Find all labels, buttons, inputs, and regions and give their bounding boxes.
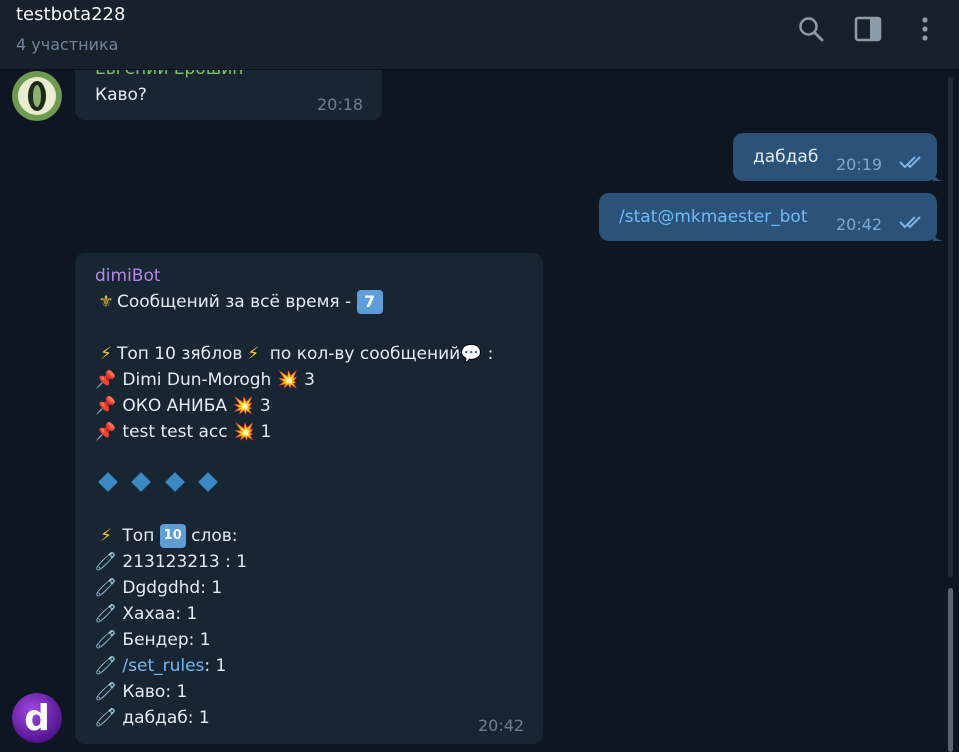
pushpin-icon: 📌 xyxy=(95,396,117,416)
avatar-dimibot[interactable]: d xyxy=(12,693,62,743)
bubble-tail xyxy=(933,171,945,181)
fleur-de-lis-icon: ⚜ xyxy=(98,292,114,312)
word-row: 🧷 /set_rules: 1 xyxy=(95,653,493,679)
chat-header[interactable]: testbota228 4 участника xyxy=(0,0,959,70)
safety-pin-icon: 🧷 xyxy=(95,578,117,598)
collision-icon: 💥 xyxy=(233,422,255,442)
word-row: 🧷 Каво: 1 xyxy=(95,679,493,705)
message-bubble-m2[interactable]: дабдаб 20:19 xyxy=(733,133,937,181)
pushpin-icon: 📌 xyxy=(95,370,117,390)
keycap-seven-icon: 7 xyxy=(356,290,383,314)
user-row: 📌 ОКО АНИБА 💥 3 xyxy=(95,393,493,419)
word-row: 🧷 Dgdgdhd: 1 xyxy=(95,575,493,601)
sender-name[interactable]: Евгений Ерошин xyxy=(95,70,243,82)
collision-icon: 💥 xyxy=(277,370,299,390)
message-bubble-m1[interactable]: Евгений Ерошин Каво? 20:18 xyxy=(75,70,382,120)
message-text: Каво? xyxy=(95,85,147,105)
message-text: дабдаб xyxy=(753,147,819,167)
speech-bubble-icon: 💬 xyxy=(460,344,482,364)
top-words-heading: ⚡ Топ 10 слов: xyxy=(95,523,493,549)
user-row: 📌 Dimi Dun-Morogh 💥 3 xyxy=(95,367,493,393)
word-row: 🧷 дабдаб: 1 xyxy=(95,705,493,731)
word-row: 🧷 Бендер: 1 xyxy=(95,627,493,653)
collision-icon: 💥 xyxy=(232,396,255,416)
divider-diamonds xyxy=(95,471,493,497)
keycap-ten-icon: 10 xyxy=(159,524,186,548)
message-time: 20:19 xyxy=(836,155,883,174)
chat-title[interactable]: testbota228 xyxy=(16,4,125,25)
message-bubble-m3[interactable]: /stat@mkmaester_bot 20:42 xyxy=(599,193,937,241)
search-icon[interactable] xyxy=(796,14,826,44)
safety-pin-icon: 🧷 xyxy=(95,552,117,572)
double-check-icon xyxy=(899,216,921,229)
bubble-tail xyxy=(933,231,945,241)
avatar-evgeniy[interactable] xyxy=(12,71,62,121)
word-row: 🧷 213123213 : 1 xyxy=(95,549,493,575)
safety-pin-icon: 🧷 xyxy=(95,604,117,624)
svg-text:d: d xyxy=(24,698,50,739)
bot-command-link[interactable]: /stat@mkmaester_bot xyxy=(619,204,808,230)
lightning-icon: ⚡ xyxy=(100,526,112,546)
scrollbar-track[interactable] xyxy=(948,77,953,577)
total-messages-line: ⚜ Сообщений за всё время - 7 xyxy=(95,289,493,315)
message-time: 20:42 xyxy=(836,215,883,234)
top-users-heading: ⚡ Топ 10 зяблов ⚡ по кол-ву сообщений💬 : xyxy=(95,341,493,367)
blue-diamond-icon xyxy=(131,472,152,492)
blue-diamond-icon xyxy=(198,472,219,492)
member-count: 4 участника xyxy=(16,35,119,54)
safety-pin-icon: 🧷 xyxy=(95,682,117,702)
more-menu-icon[interactable] xyxy=(910,14,940,44)
word-row: 🧷 Хахаа: 1 xyxy=(95,601,493,627)
message-bubble-bot[interactable]: dimiBot ⚜ Сообщений за всё время - 7 ⚡ Топ… xyxy=(75,253,543,744)
message-time: 20:18 xyxy=(317,95,364,114)
safety-pin-icon: 🧷 xyxy=(95,656,117,676)
safety-pin-icon: 🧷 xyxy=(95,708,117,728)
set-rules-command-link[interactable]: /set_rules xyxy=(122,656,204,676)
lightning-icon: ⚡ xyxy=(100,344,112,364)
blue-diamond-icon xyxy=(98,472,118,492)
message-time: 20:42 xyxy=(478,716,525,735)
double-check-icon xyxy=(899,156,921,169)
lightning-icon: ⚡ xyxy=(247,344,260,364)
user-row: 📌 test test acc 💥 1 xyxy=(95,419,493,445)
sender-name[interactable]: dimiBot xyxy=(95,263,161,289)
safety-pin-icon: 🧷 xyxy=(95,630,117,650)
message-list[interactable]: Евгений Ерошин Каво? 20:18 дабдаб 20:19 … xyxy=(0,70,959,752)
blue-diamond-icon xyxy=(164,472,185,492)
pushpin-icon: 📌 xyxy=(95,422,117,442)
bot-message-body: ⚜ Сообщений за всё время - 7 ⚡ Топ 10 зябл… xyxy=(95,289,493,731)
sidebar-toggle-icon[interactable] xyxy=(853,14,883,44)
scrollbar-thumb[interactable] xyxy=(948,588,953,752)
